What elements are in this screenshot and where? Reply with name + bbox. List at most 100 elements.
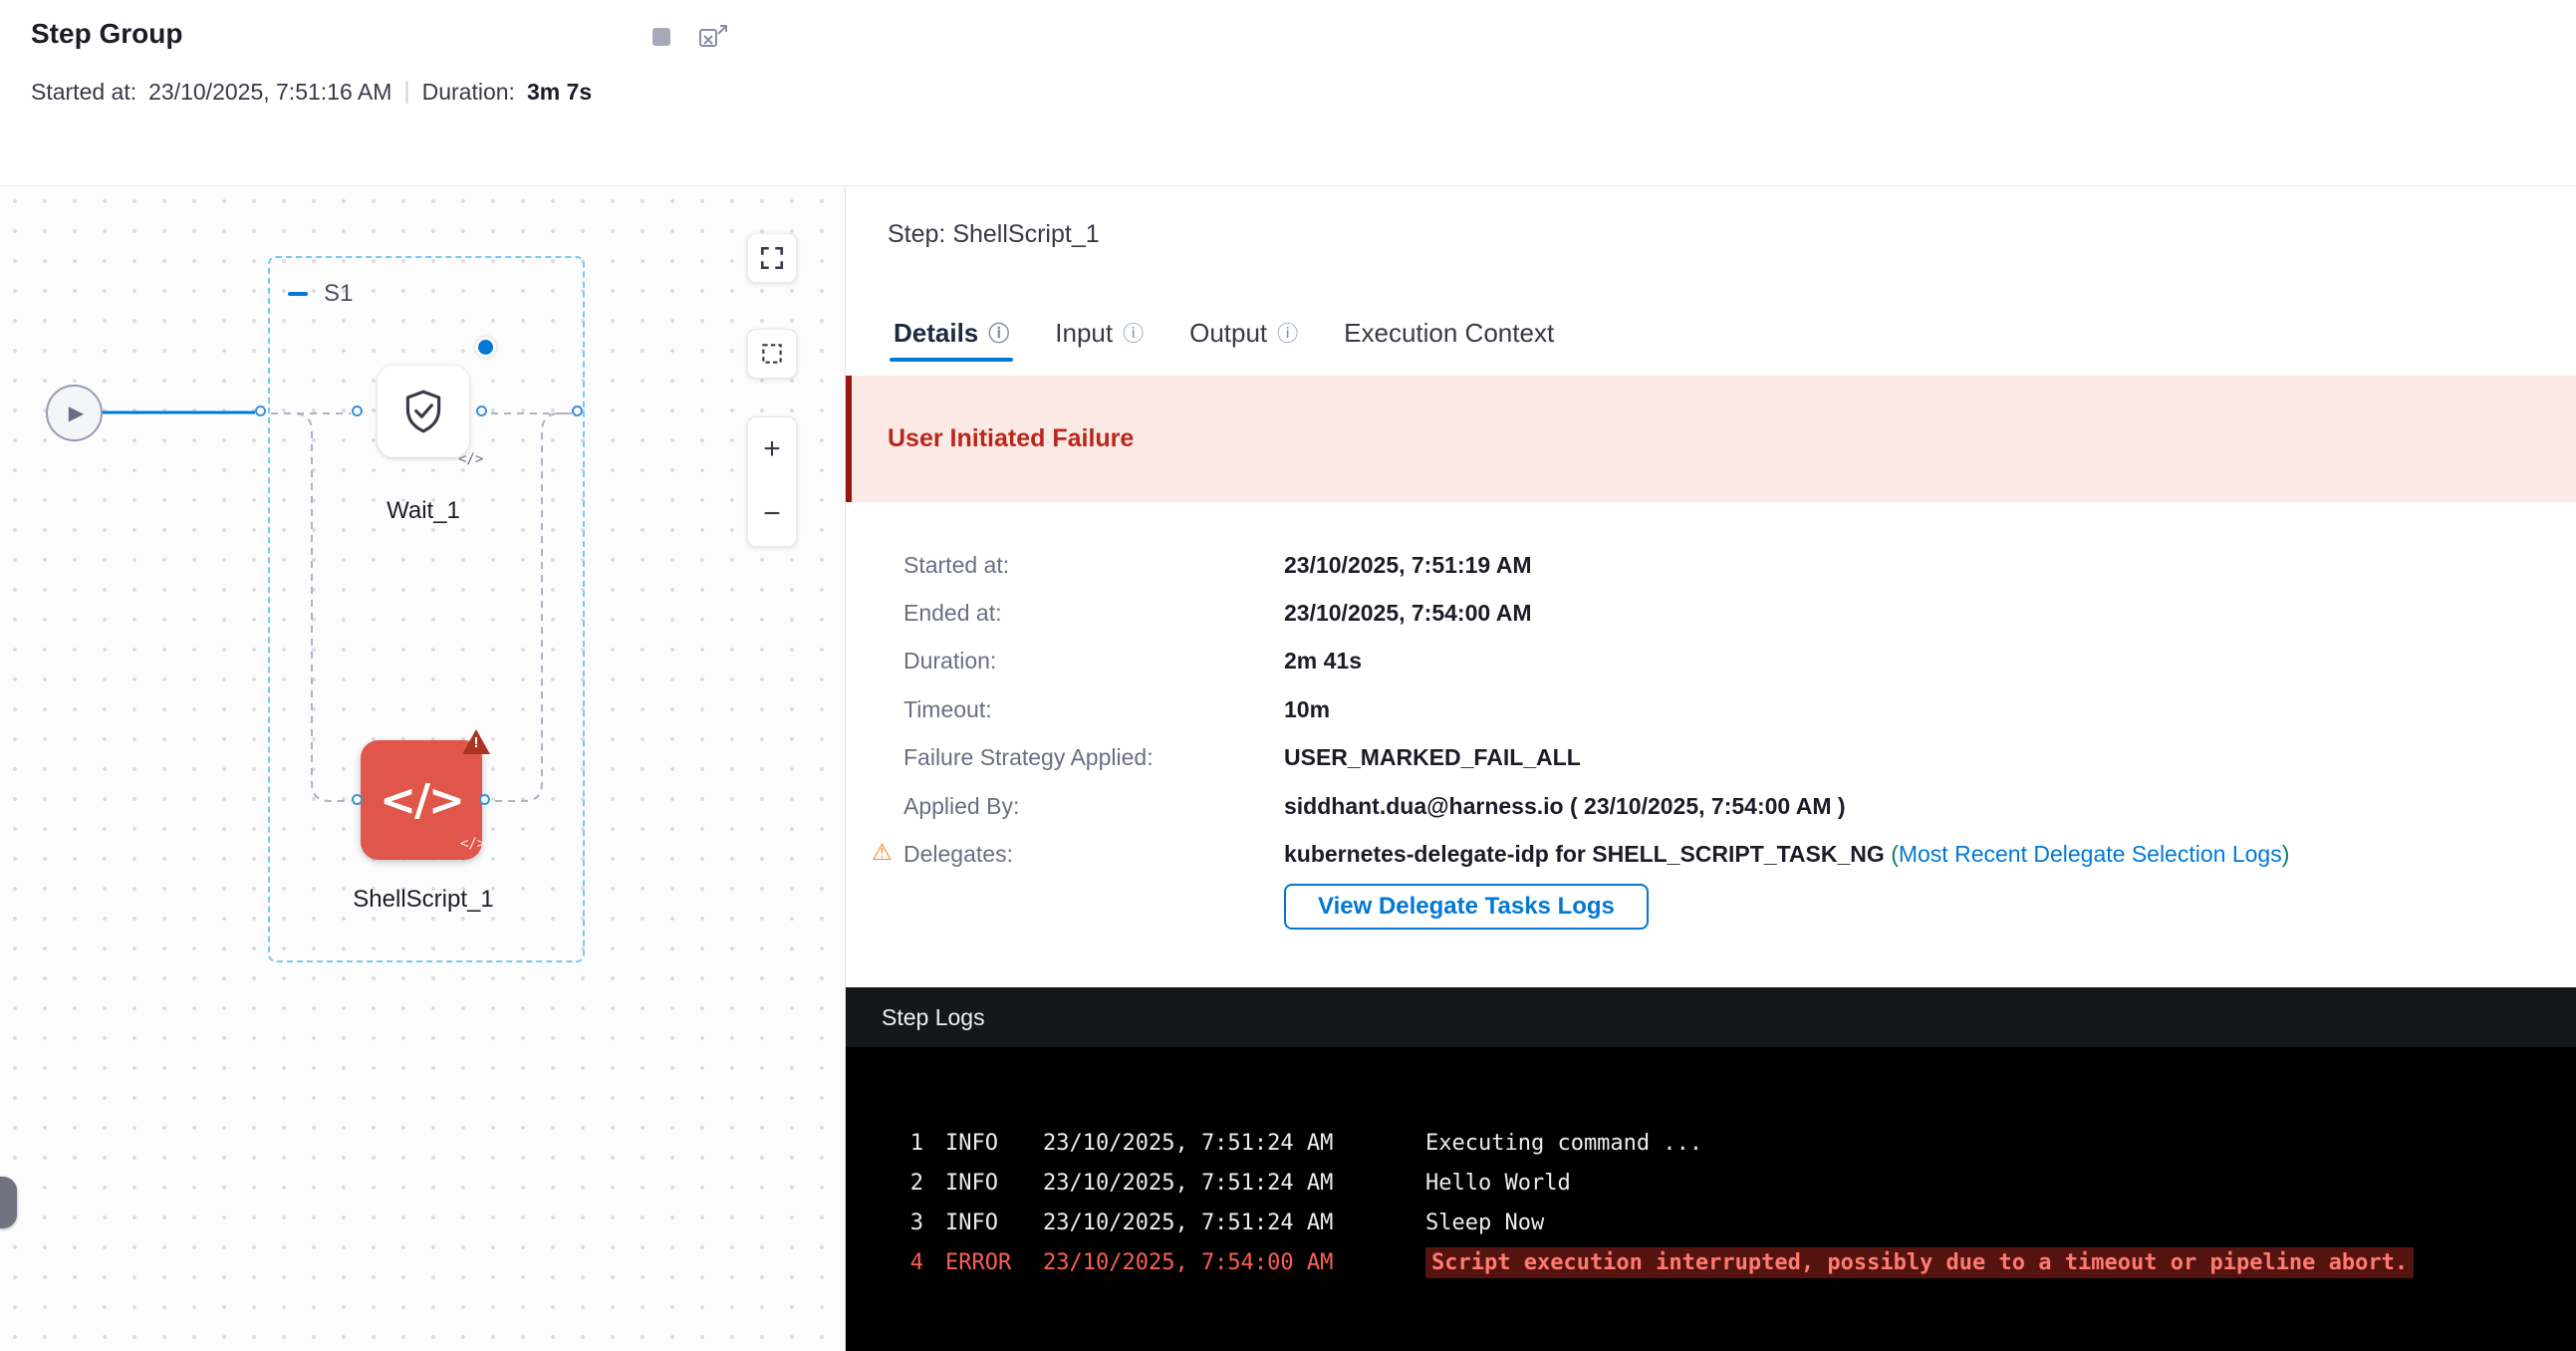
duration-value: 3m 7s (527, 79, 592, 106)
wait-step-type-icon: </> (458, 451, 483, 467)
step-logs-body[interactable]: 1 INFO 23/10/2025, 7:51:24 AM Executing … (846, 1047, 2576, 1282)
step-group-header: Step Group Started at: 23/10/2025, 7:51:… (0, 0, 2576, 185)
failure-alert-banner: User Initiated Failure (846, 376, 2576, 502)
timeout-field-value: 10m (1284, 696, 1330, 723)
log-message: Hello World (1425, 1171, 2576, 1196)
collapsed-drawer-handle[interactable] (0, 1177, 17, 1228)
pipeline-graph-canvas[interactable]: S1 ▶ </> Wait_1 </> ! </> ShellScript_1 (0, 185, 846, 1351)
exclamation-glyph: ! (462, 734, 490, 751)
step-detail-fields: Started at: 23/10/2025, 7:51:19 AM Ended… (903, 541, 2537, 879)
applied-by-field-value: siddhant.dua@harness.io ( 23/10/2025, 7:… (1284, 793, 1846, 820)
started-at-value: 23/10/2025, 7:51:16 AM (148, 79, 391, 106)
duration-field-value: 2m 41s (1284, 648, 1362, 675)
node-wait-1[interactable] (378, 366, 469, 457)
tab-output[interactable]: Output ⓘ (1189, 304, 1298, 362)
log-error-message: Script execution interrupted, possibly d… (1425, 1250, 2576, 1275)
port-shell-right (479, 794, 490, 805)
port-group-left (255, 405, 266, 416)
failure-badge: ! (462, 729, 490, 754)
shell-script-code-icon: </> (380, 775, 463, 826)
step-logs-title: Step Logs (882, 1004, 985, 1031)
paren-close: ) (2282, 841, 2290, 867)
log-message: Sleep Now (1425, 1211, 2576, 1235)
tab-details-label: Details (894, 318, 978, 349)
port-wait-left (352, 405, 363, 416)
started-at-field-value: 23/10/2025, 7:51:19 AM (1284, 552, 1531, 579)
log-line-error: 4 ERROR 23/10/2025, 7:54:00 AM Script ex… (846, 1242, 2576, 1282)
timeout-field-label: Timeout: (903, 696, 1284, 723)
ended-at-field-label: Ended at: (903, 600, 1284, 627)
meta-separator: | (403, 78, 409, 106)
log-timestamp: 23/10/2025, 7:51:24 AM (1043, 1211, 1425, 1235)
marquee-select-button[interactable] (747, 329, 797, 379)
play-icon: ▶ (69, 401, 84, 425)
delegate-selection-logs-link[interactable]: Most Recent Delegate Selection Logs (1899, 841, 2282, 867)
pipeline-start-node[interactable]: ▶ (46, 385, 103, 441)
log-timestamp: 23/10/2025, 7:51:24 AM (1043, 1171, 1425, 1196)
started-at-field-label: Started at: (903, 552, 1284, 579)
log-line-number: 1 (894, 1131, 945, 1156)
tab-input-label: Input (1055, 318, 1113, 349)
log-level: ERROR (945, 1250, 1043, 1275)
step-details-panel: Step: ShellScript_1 Details ⓘ Input ⓘ Ou… (846, 185, 2576, 1351)
stage-icon[interactable] (652, 28, 670, 46)
shell-node-label: ShellScript_1 (314, 886, 533, 914)
zoom-control: + − (747, 416, 797, 547)
detail-row: Ended at: 23/10/2025, 7:54:00 AM (903, 589, 2537, 637)
view-delegate-tasks-logs-button[interactable]: View Delegate Tasks Logs (1284, 884, 1649, 930)
step-logs-header[interactable]: Step Logs (846, 987, 2576, 1047)
failure-strategy-field-value: USER_MARKED_FAIL_ALL (1284, 744, 1581, 771)
details-info-icon[interactable]: ⓘ (988, 318, 1009, 348)
duration-label: Duration: (422, 79, 515, 106)
group-label: S1 (324, 280, 353, 308)
detail-row: Timeout: 10m (903, 685, 2537, 733)
log-timestamp: 23/10/2025, 7:54:00 AM (1043, 1250, 1425, 1275)
log-line-number: 2 (894, 1171, 945, 1196)
tab-details[interactable]: Details ⓘ (894, 304, 1009, 362)
delegates-field-value: kubernetes-delegate-idp for SHELL_SCRIPT… (1284, 841, 2289, 868)
log-line-number: 4 (894, 1250, 945, 1275)
log-line-number: 3 (894, 1211, 945, 1235)
harness-execution-page: Step Group Started at: 23/10/2025, 7:51:… (0, 0, 2576, 1351)
output-info-icon[interactable]: ⓘ (1277, 318, 1298, 348)
log-level: INFO (945, 1171, 1043, 1196)
failure-alert-text: User Initiated Failure (888, 424, 1134, 453)
port-shell-left (352, 794, 363, 805)
log-line: 3 INFO 23/10/2025, 7:51:24 AM Sleep Now (846, 1203, 2576, 1242)
delegate-name-text: kubernetes-delegate-idp for SHELL_SCRIPT… (1284, 841, 1891, 867)
zoom-in-button[interactable]: + (748, 417, 796, 482)
input-info-icon[interactable]: ⓘ (1123, 318, 1144, 348)
log-level: INFO (945, 1131, 1043, 1156)
header-icons (652, 24, 728, 50)
log-line: 1 INFO 23/10/2025, 7:51:24 AM Executing … (846, 1123, 2576, 1163)
detail-row: Failure Strategy Applied: USER_MARKED_FA… (903, 734, 2537, 782)
running-status-dot (475, 337, 496, 358)
execution-inputs-icon[interactable] (698, 24, 728, 50)
delegates-label-text: Delegates: (903, 841, 1013, 867)
log-level: INFO (945, 1211, 1043, 1235)
step-logs-console: Step Logs 1 INFO 23/10/2025, 7:51:24 AM … (846, 987, 2576, 1351)
detail-row-delegates: ⚠ Delegates: kubernetes-delegate-idp for… (903, 830, 2537, 878)
alert-left-stripe (846, 376, 852, 502)
started-at-label: Started at: (31, 79, 136, 106)
zoom-out-button[interactable]: − (748, 482, 796, 547)
delegates-field-label: ⚠ Delegates: (903, 841, 1284, 868)
failure-strategy-field-label: Failure Strategy Applied: (903, 744, 1284, 771)
page-title: Step Group (31, 18, 182, 50)
paren-open: ( (1891, 841, 1899, 867)
port-group-right (572, 405, 583, 416)
fullscreen-button[interactable] (747, 233, 797, 283)
tab-input[interactable]: Input ⓘ (1055, 304, 1144, 362)
wait-step-shield-icon (398, 387, 448, 436)
log-timestamp: 23/10/2025, 7:51:24 AM (1043, 1131, 1425, 1156)
log-line: 2 INFO 23/10/2025, 7:51:24 AM Hello Worl… (846, 1163, 2576, 1203)
detail-row: Duration: 2m 41s (903, 638, 2537, 685)
port-wait-right (476, 405, 487, 416)
collapse-group-icon[interactable] (288, 292, 308, 296)
step-title: Step: ShellScript_1 (888, 220, 1100, 249)
tab-execution-context[interactable]: Execution Context (1344, 304, 1554, 362)
wait-node-label: Wait_1 (314, 497, 533, 525)
marquee-select-icon (759, 341, 785, 367)
step-group-s1-header[interactable]: S1 (288, 280, 353, 308)
duration-field-label: Duration: (903, 648, 1284, 675)
